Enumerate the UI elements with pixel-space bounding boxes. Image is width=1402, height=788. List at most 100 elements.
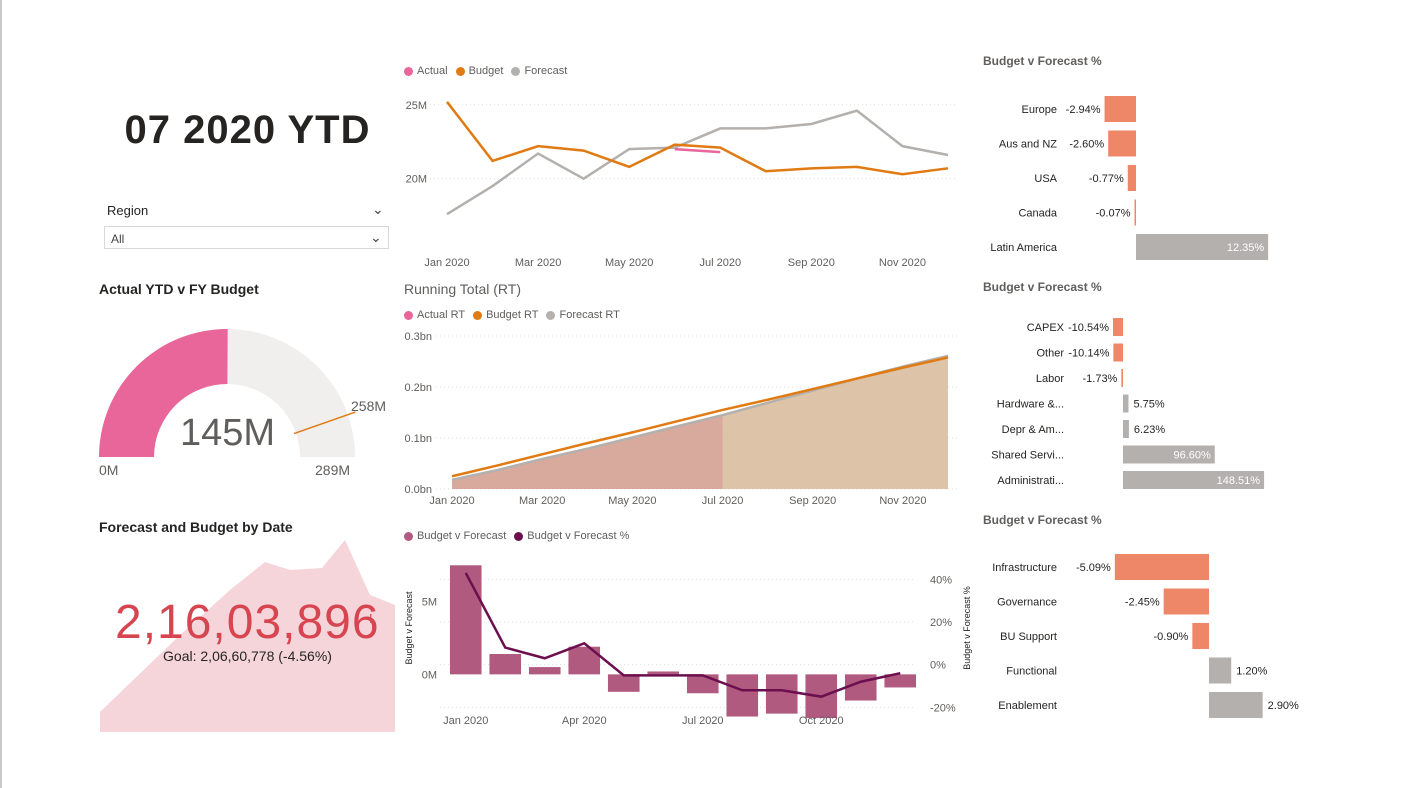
legend-budget-rt-marker	[473, 310, 483, 320]
region-dropdown-value: All	[111, 232, 125, 246]
bar-category-label: Hardware &...	[997, 399, 1064, 411]
x-tick-label: Apr 2020	[562, 715, 607, 727]
chevron-down-icon[interactable]: ⌄	[372, 201, 384, 218]
x-tick-label: Jan 2020	[429, 495, 474, 507]
function-bvf-bar-chart[interactable]: Infrastructure -5.09% Governance -2.45% BU S…	[980, 548, 1310, 728]
y-tick-label: 20M	[406, 174, 427, 186]
gauge-title: Actual YTD v FY Budget	[99, 281, 259, 297]
running-total-chart[interactable]: 0.0bn 0.1bn 0.2bn 0.3bn Jan 2020 Mar 2020 May …	[400, 325, 960, 510]
budget-v-forecast-chart[interactable]: -20% 0% 20% 40% 0M 5M Budget v Forecast Budget …	[400, 550, 980, 735]
y-tick-label: 0M	[422, 669, 437, 681]
legend-bvf-marker	[404, 531, 413, 541]
series-line-forecast	[446, 109, 949, 216]
y-tick-label: 0.1bn	[404, 433, 432, 445]
bvf-hbar	[1121, 369, 1123, 387]
bvf-hbar	[1123, 420, 1129, 438]
bar-value-label: 12.35%	[1227, 242, 1265, 254]
legend-budget-rt[interactable]: Budget RT	[486, 309, 538, 321]
bar-category-label: USA	[1034, 173, 1057, 185]
y-tick-label: 25M	[406, 100, 427, 112]
bvf-hbar	[1113, 343, 1123, 362]
bar-value-label: -0.90%	[1153, 631, 1188, 643]
bvf-bar	[647, 671, 680, 675]
bvf-legend: Budget v Forecast Budget v Forecast %	[404, 530, 629, 542]
y2-tick-label: -20%	[930, 702, 956, 714]
bar-value-label: -10.54%	[1068, 322, 1109, 334]
gauge-min-label: 0M	[99, 462, 119, 478]
legend-forecast-marker	[511, 66, 521, 76]
bvf-bar	[607, 674, 640, 692]
legend-bvf[interactable]: Budget v Forecast	[417, 530, 506, 542]
legend-bvf-pct-marker	[514, 531, 524, 541]
bar-category-label: Infrastructure	[992, 562, 1057, 574]
bvf-hbar	[1209, 692, 1263, 718]
running-total-legend: Actual RT Budget RT Forecast RT	[404, 309, 620, 321]
bvf-hbar	[1104, 96, 1136, 122]
legend-actual-rt[interactable]: Actual RT	[417, 309, 465, 321]
bar-category-label: Aus and NZ	[999, 139, 1057, 151]
bar-value-label: 1.20%	[1236, 666, 1267, 678]
x-tick-label: Jul 2020	[702, 495, 744, 507]
bar-value-label: -5.09%	[1076, 562, 1111, 574]
x-tick-label: Jan 2020	[443, 715, 488, 727]
legend-forecast-rt[interactable]: Forecast RT	[559, 309, 619, 321]
running-total-title: Running Total (RT)	[404, 281, 521, 297]
gauge-max-label: 289M	[315, 462, 351, 478]
bar-value-label: -0.77%	[1089, 173, 1124, 185]
y2-tick-label: 0%	[930, 660, 946, 672]
bvf-bar	[686, 674, 719, 694]
y2-tick-label: 20%	[930, 617, 952, 629]
bvf-bar	[726, 674, 759, 717]
legend-bvf-pct[interactable]: Budget v Forecast %	[527, 530, 629, 542]
category-bvf-title: Budget v Forecast %	[983, 280, 1102, 294]
legend-actual-rt-marker	[404, 310, 413, 320]
legend-actual[interactable]: Actual	[417, 65, 448, 77]
region-slicer-label: Region	[107, 203, 149, 218]
legend-forecast[interactable]: Forecast	[524, 65, 567, 77]
category-bvf-bar-chart[interactable]: CAPEX -10.54% Other -10.14% Labor -1.73% Hardw…	[980, 312, 1300, 497]
x-tick-label: Jan 2020	[424, 257, 469, 269]
series-line-actual	[674, 147, 721, 154]
bar-value-label: 96.60%	[1173, 450, 1211, 462]
bvf-hbar	[1108, 130, 1136, 157]
legend-budget[interactable]: Budget	[469, 65, 504, 77]
legend-budget-marker	[455, 66, 465, 76]
x-tick-label: Mar 2020	[519, 495, 565, 507]
bar-category-label: Shared Servi...	[991, 450, 1064, 462]
bvf-hbar	[1112, 318, 1123, 336]
x-tick-label: Mar 2020	[515, 257, 561, 269]
bar-value-label: -2.94%	[1066, 104, 1101, 116]
dropdown-chevron-icon[interactable]: ⌄	[370, 229, 382, 246]
x-tick-label: Oct 2020	[799, 715, 844, 727]
bar-category-label: Other	[1036, 348, 1064, 360]
x-tick-label: Sep 2020	[789, 495, 836, 507]
region-dropdown[interactable]	[104, 226, 389, 249]
kpi-alert-icon: !	[369, 611, 373, 626]
line-chart-legend: Actual Budget Forecast	[404, 65, 567, 77]
x-tick-label: Nov 2020	[879, 257, 926, 269]
bvf-hbar	[1114, 554, 1209, 580]
bar-value-label: -0.07%	[1096, 208, 1131, 220]
bar-value-label: -2.60%	[1069, 139, 1104, 151]
x-tick-label: Nov 2020	[879, 495, 926, 507]
bar-value-label: 5.75%	[1133, 399, 1164, 411]
gauge-value: 145M	[180, 412, 276, 454]
legend-forecast-rt-marker	[546, 310, 556, 320]
region-bvf-bar-chart[interactable]: Europe -2.94% Aus and NZ -2.60% USA -0.77% Can…	[980, 90, 1300, 265]
bar-value-label: 2.90%	[1268, 700, 1299, 712]
bvf-hbar	[1127, 165, 1136, 191]
y-axis-title: Budget v Forecast	[404, 591, 414, 665]
page-title: 07 2020 YTD	[124, 108, 371, 152]
gauge-target-label: 258M	[351, 398, 387, 414]
kpi-goal: Goal: 2,06,60,778 (-4.56%)	[163, 648, 332, 664]
bar-category-label: Europe	[1022, 104, 1057, 116]
bar-category-label: Administrati...	[997, 475, 1064, 487]
bar-category-label: Enablement	[998, 700, 1057, 712]
bvf-bar	[765, 674, 798, 714]
bvf-bar	[449, 565, 482, 675]
y-tick-label: 0.2bn	[404, 382, 432, 394]
bar-value-label: -10.14%	[1068, 348, 1109, 360]
y-tick-label: 0.0bn	[404, 484, 432, 496]
bar-category-label: BU Support	[1000, 631, 1057, 643]
monthly-line-chart[interactable]: 20M 25M Jan 2020 Mar 2020 May 2020 Jul 2020 Se…	[400, 85, 960, 275]
